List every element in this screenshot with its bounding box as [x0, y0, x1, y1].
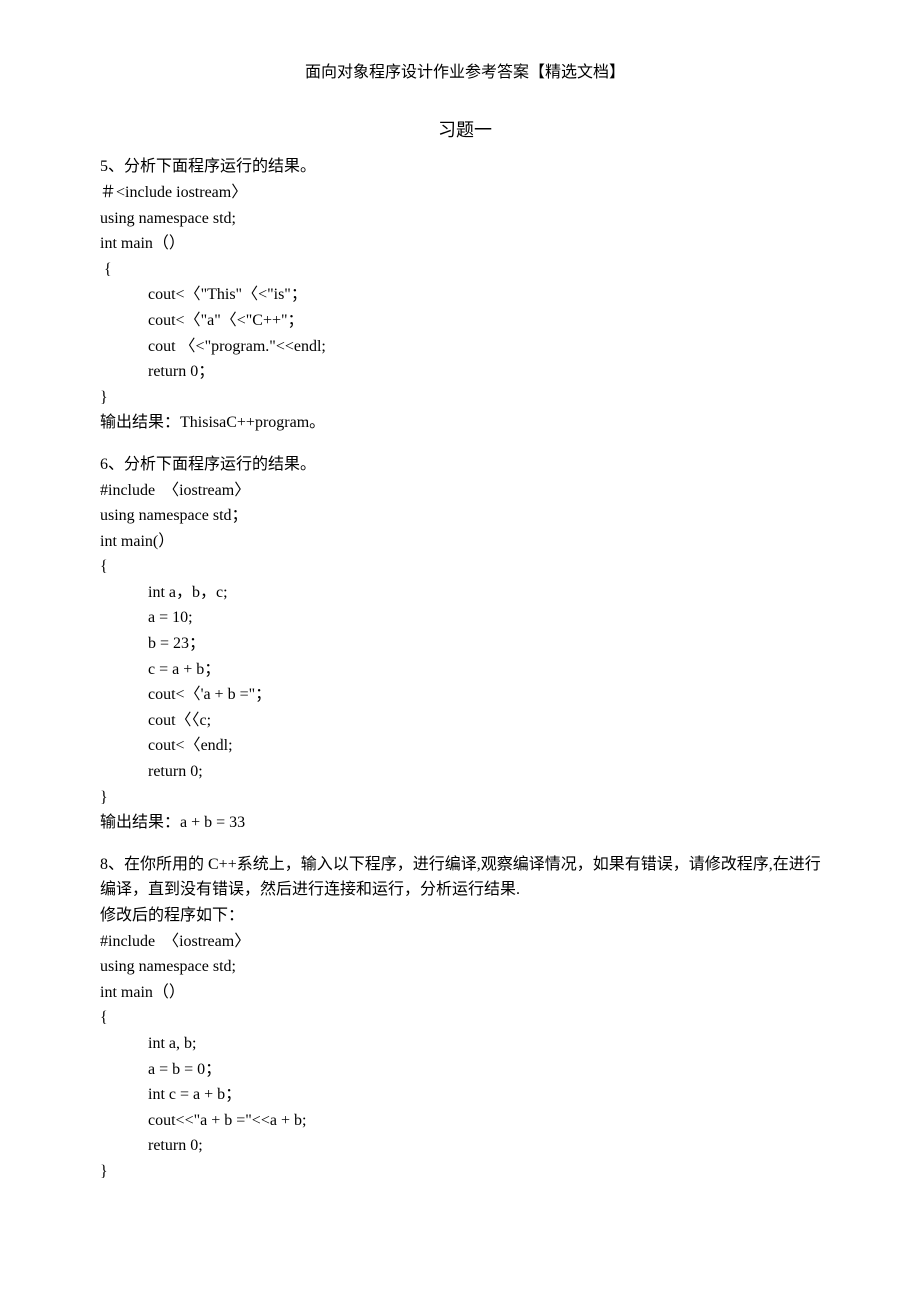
q5-code-6: cout 〈<"program."<<endl; — [100, 334, 830, 360]
q6-code-4: int a，b，c; — [100, 580, 830, 606]
page-title: 习题一 — [100, 116, 830, 145]
spacer — [100, 436, 830, 452]
q8-code-4: int a, b; — [100, 1031, 830, 1057]
q8-subheading: 修改后的程序如下： — [100, 903, 830, 929]
q5-code-2: int main（） — [100, 231, 830, 257]
q6-code-2: int main(） — [100, 529, 830, 555]
q5-code-1: using namespace std; — [100, 206, 830, 232]
q6-code-9: cout〈〈c; — [100, 708, 830, 734]
q5-output: 输出结果：ThisisaC++program。 — [100, 410, 830, 436]
q8-code-6: int c = a + b； — [100, 1082, 830, 1108]
q5-code-5: cout<〈"a"〈<"C++"； — [100, 308, 830, 334]
q8-code-8: return 0; — [100, 1133, 830, 1159]
q6-code-11: return 0; — [100, 759, 830, 785]
page-header: 面向对象程序设计作业参考答案【精选文档】 — [100, 60, 830, 86]
q6-code-10: cout<〈endl; — [100, 733, 830, 759]
q6-code-6: b = 23； — [100, 631, 830, 657]
q5-code-7: return 0； — [100, 359, 830, 385]
q6-code-5: a = 10; — [100, 605, 830, 631]
q6-output: 输出结果：a + b = 33 — [100, 810, 830, 836]
q5-close: } — [100, 385, 830, 411]
q8-code-3: { — [100, 1005, 830, 1031]
q6-code-7: c = a + b； — [100, 657, 830, 683]
q6-code-1: using namespace std； — [100, 503, 830, 529]
q8-heading: 8、在你所用的 C++系统上，输入以下程序，进行编译,观察编译情况，如果有错误，… — [100, 852, 830, 903]
q6-code-3: { — [100, 554, 830, 580]
q8-code-2: int main（） — [100, 980, 830, 1006]
q6-code-0: #include 〈iostream〉 — [100, 478, 830, 504]
q8-code-5: a = b = 0； — [100, 1057, 830, 1083]
q6-close: } — [100, 785, 830, 811]
spacer — [100, 836, 830, 852]
q6-heading: 6、分析下面程序运行的结果。 — [100, 452, 830, 478]
q8-code-0: #include 〈iostream〉 — [100, 929, 830, 955]
q8-close: } — [100, 1159, 830, 1185]
q5-heading: 5、分析下面程序运行的结果。 — [100, 154, 830, 180]
q5-code-0: ＃<include iostream〉 — [100, 180, 830, 206]
q8-code-7: cout<<"a + b ="<<a + b; — [100, 1108, 830, 1134]
q5-code-4: cout<〈"This"〈<"is"； — [100, 282, 830, 308]
q6-code-8: cout<〈'a + b ="； — [100, 682, 830, 708]
q5-code-3: { — [100, 257, 830, 283]
q8-code-1: using namespace std; — [100, 954, 830, 980]
